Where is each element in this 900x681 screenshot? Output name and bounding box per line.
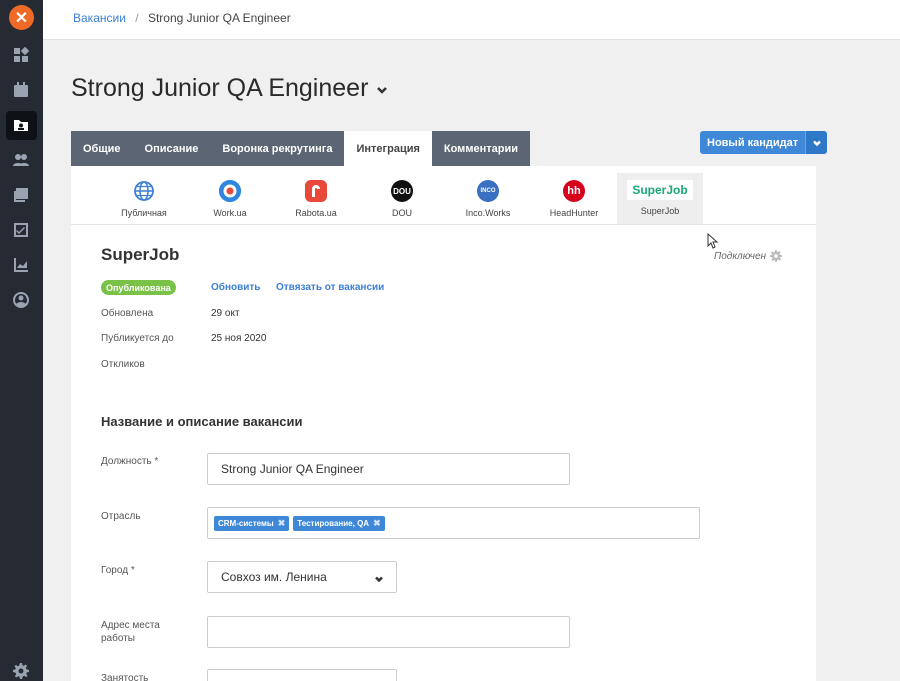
breadcrumb: Вакансии / Strong Junior QA Engineer [73, 11, 291, 25]
city-select[interactable]: Совхоз им. Ленина [207, 561, 397, 593]
industry-tag: CRM-системы ✖ [214, 515, 290, 531]
integration-label: Inco.Works [465, 208, 511, 218]
connection-status: Подключен [714, 250, 783, 262]
address-label-line: работы [101, 633, 135, 644]
tab-comments[interactable]: Комментарии [431, 131, 530, 166]
integration-label: DOU [392, 208, 412, 218]
divider [71, 224, 816, 225]
tasks-icon[interactable] [12, 221, 30, 239]
gear-icon[interactable] [770, 250, 783, 262]
headhunter-icon: hh [563, 180, 585, 202]
address-input[interactable] [207, 616, 570, 648]
city-label: Город * [101, 565, 135, 576]
updated-label: Обновлена [101, 308, 154, 319]
integration-dou[interactable]: DOU DOU [359, 173, 445, 224]
integration-public[interactable]: Публичная [101, 173, 187, 224]
form-section-title: Название и описание вакансии [101, 414, 303, 429]
page-title-text: Strong Junior QA Engineer [71, 74, 369, 102]
position-label: Должность * [101, 456, 159, 467]
calendar-icon[interactable] [12, 81, 30, 99]
integration-label: Work.ua [213, 208, 247, 218]
tab-integration[interactable]: Интеграция [344, 131, 432, 166]
city-select-value: Совхоз им. Ленина [221, 570, 327, 584]
address-label: Адрес места работы [101, 619, 160, 645]
app-logo[interactable]: ✕ [9, 5, 34, 30]
rabotaua-icon [305, 180, 327, 202]
employment-select[interactable] [207, 669, 397, 681]
dashboard-icon[interactable] [12, 46, 30, 64]
candidates-icon[interactable] [12, 151, 30, 169]
integration-workua[interactable]: Work.ua [187, 173, 273, 224]
integration-card: Публичная Work.ua Rabota.ua DOU DOU INCO… [71, 166, 816, 681]
responses-label: Откликов [101, 359, 145, 370]
chevron-down-icon [374, 573, 384, 587]
unlink-vacancy-link[interactable]: Отвязать от вакансии [276, 282, 384, 293]
industry-tag: Тестирование, QA ✖ [293, 515, 385, 531]
employment-label: Занятость [101, 673, 149, 681]
connection-status-label: Подключен [714, 250, 767, 262]
profile-icon[interactable] [12, 291, 30, 309]
industry-tag-label: Тестирование, QA [297, 518, 370, 528]
industry-tag-label: CRM-системы [218, 518, 274, 528]
address-label-line: Адрес места [101, 620, 160, 631]
vacancies-icon[interactable] [12, 116, 30, 134]
integration-label: Rabota.ua [295, 208, 337, 218]
vacancy-tabs: Общие Описание Воронка рекрутинга Интегр… [71, 131, 530, 166]
published-until-label: Публикуется до [101, 333, 174, 344]
integration-label: HeadHunter [549, 208, 599, 218]
integration-label: SuperJob [640, 206, 680, 216]
tab-recruiting-funnel[interactable]: Воронка рекрутинга [210, 131, 345, 166]
close-icon[interactable]: ✖ [373, 518, 381, 529]
globe-icon [133, 180, 155, 202]
tab-general[interactable]: Общие [71, 131, 133, 166]
new-candidate-split-button: Новый кандидат [700, 131, 828, 154]
breadcrumb-current: Strong Junior QA Engineer [147, 11, 291, 25]
close-icon[interactable]: ✖ [278, 518, 286, 529]
integration-headhunter[interactable]: hh HeadHunter [531, 173, 617, 224]
integration-incoworks[interactable]: INCO Inco.Works [445, 173, 531, 224]
industry-tags-input[interactable]: CRM-системы ✖ Тестирование, QA ✖ [207, 507, 700, 539]
integration-sources: Публичная Work.ua Rabota.ua DOU DOU INCO… [101, 173, 703, 224]
sidebar: ✕ [0, 0, 43, 681]
reports-icon[interactable] [12, 256, 30, 274]
new-candidate-button[interactable]: Новый кандидат [700, 131, 806, 154]
page-title[interactable]: Strong Junior QA Engineer [71, 74, 388, 103]
mouse-cursor-icon [707, 233, 719, 249]
position-input[interactable]: Strong Junior QA Engineer [207, 453, 570, 485]
integration-label: Публичная [121, 208, 167, 218]
refresh-link[interactable]: Обновить [211, 282, 260, 293]
chevron-down-icon[interactable] [376, 74, 388, 103]
status-badge: Опубликована [101, 280, 176, 295]
breadcrumb-separator: / [135, 11, 139, 25]
integration-superjob[interactable]: SuperJob SuperJob [617, 173, 703, 224]
breadcrumb-vacancies-link[interactable]: Вакансии [73, 11, 126, 25]
settings-icon[interactable] [12, 662, 30, 680]
industry-label: Отрасль [101, 511, 141, 522]
superjob-icon: SuperJob [627, 180, 693, 200]
new-candidate-dropdown-button[interactable] [805, 131, 828, 154]
integration-rabotaua[interactable]: Rabota.ua [273, 173, 359, 224]
integration-title: SuperJob [101, 245, 180, 264]
dou-icon: DOU [391, 180, 413, 202]
top-bar: Вакансии / Strong Junior QA Engineer [43, 0, 900, 40]
library-icon[interactable] [12, 186, 30, 204]
tab-description[interactable]: Описание [132, 131, 211, 166]
published-until-value: 25 ноя 2020 [211, 333, 267, 344]
workua-icon [219, 180, 241, 202]
updated-value: 29 окт [211, 308, 240, 319]
incoworks-icon: INCO [477, 180, 499, 202]
chevron-down-icon [812, 140, 821, 146]
